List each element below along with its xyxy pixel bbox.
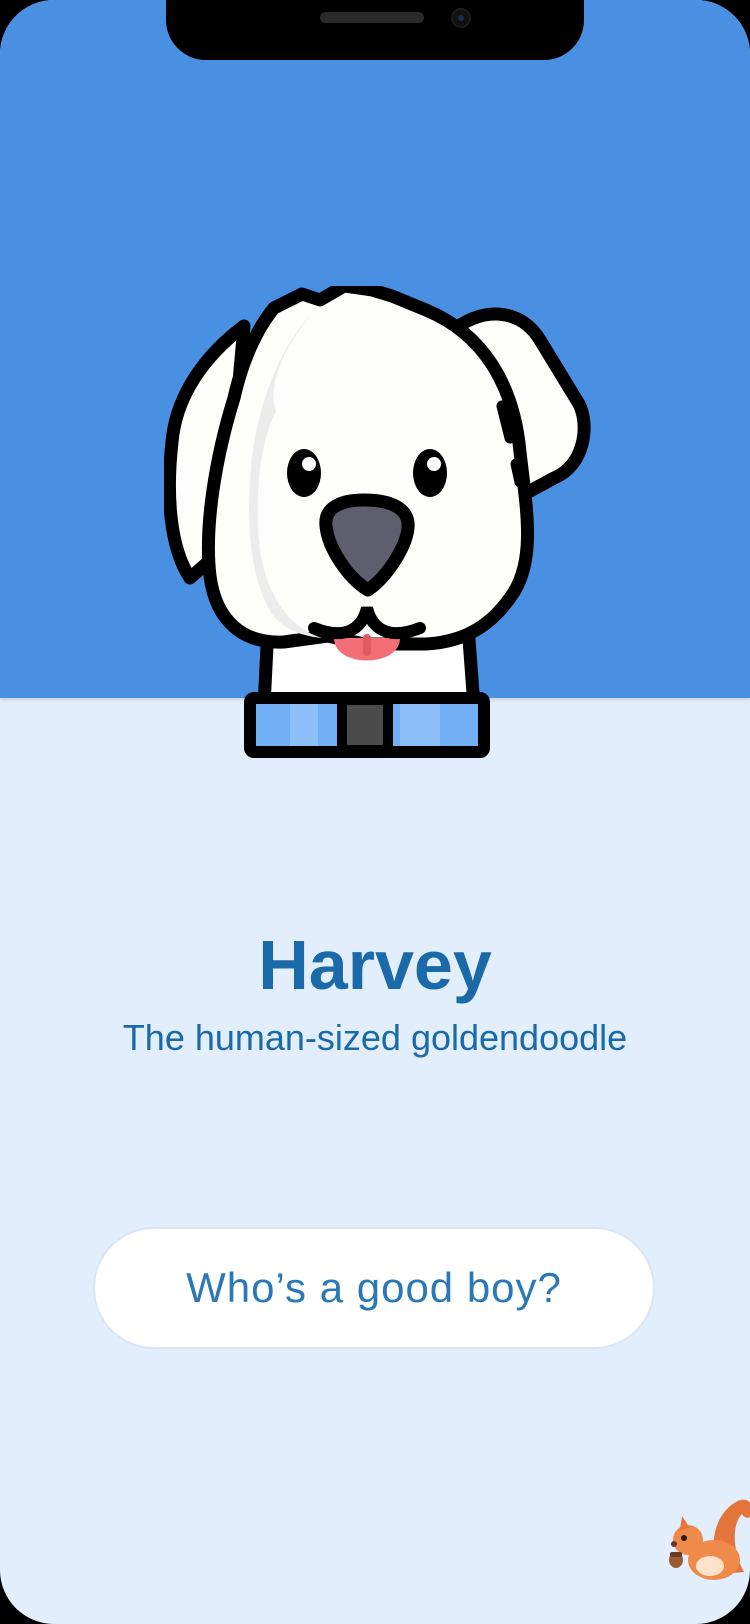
pet-name-title: Harvey (258, 926, 492, 1004)
speaker-grille (320, 12, 424, 23)
good-boy-button[interactable]: Who’s a good boy? (93, 1227, 655, 1349)
squirrel-icon (669, 1499, 750, 1580)
phone-frame: Harvey The human-sized goldendoodle Who’… (0, 0, 750, 1624)
pet-tagline: The human-sized goldendoodle (122, 1017, 628, 1058)
good-boy-button-label: Who’s a good boy? (186, 1264, 562, 1311)
device-notch (166, 0, 584, 60)
app-screen: Harvey The human-sized goldendoodle Who’… (0, 0, 750, 1624)
front-camera (451, 8, 471, 28)
dog-face-icon (164, 286, 591, 758)
